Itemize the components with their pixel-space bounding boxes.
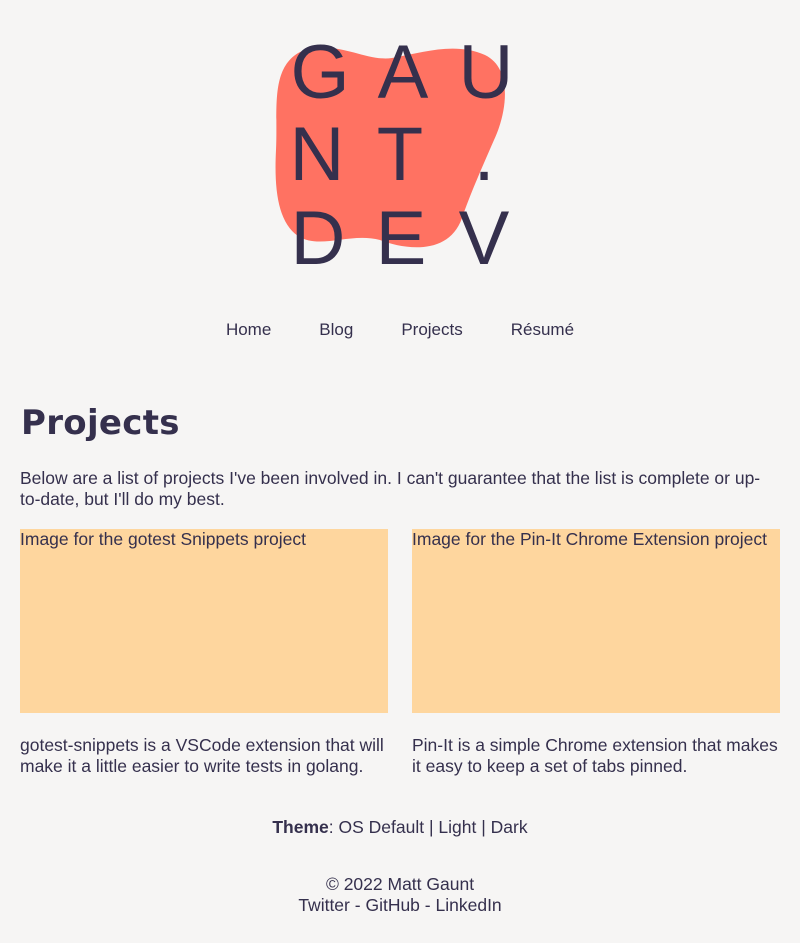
logo-letter: D <box>291 196 346 281</box>
logo-letter: U <box>459 30 514 115</box>
project-image[interactable]: Image for the gotest Snippets project <box>20 529 388 713</box>
page-title-wrap: Projects <box>20 403 181 454</box>
theme-switcher: Theme: OS Default | Light | Dark <box>0 817 800 838</box>
logo-letter: A <box>378 30 429 115</box>
page-title: Projects <box>20 403 181 454</box>
nav-item-home[interactable]: Home <box>226 318 271 342</box>
linkedin-link[interactable]: LinkedIn <box>436 895 502 915</box>
page: G A U N T . D E V Home Blog Projects Rés… <box>0 0 800 943</box>
link-separator: - <box>424 895 431 915</box>
social-links: Twitter - GitHub - LinkedIn <box>0 895 800 916</box>
footer: © 2022 Matt Gaunt Twitter - GitHub - Lin… <box>0 874 800 916</box>
title-underline <box>20 442 181 454</box>
project-card: Image for the gotest Snippets project go… <box>20 529 388 777</box>
theme-option-dark[interactable]: Dark <box>491 817 528 837</box>
logo-graphic: G A U N T . D E V <box>275 30 514 281</box>
main-nav: Home Blog Projects Résumé <box>0 318 800 342</box>
page-title-text: Projects <box>21 403 180 443</box>
logo-letter: . <box>473 112 494 197</box>
theme-divider: | <box>481 817 486 837</box>
logo-letter: T <box>377 112 423 197</box>
twitter-link[interactable]: Twitter <box>298 895 350 915</box>
site-logo[interactable]: G A U N T . D E V <box>0 0 800 290</box>
intro-text: Below are a list of projects I've been i… <box>20 468 761 509</box>
logo-letter: N <box>290 112 345 197</box>
project-card: Image for the Pin-It Chrome Extension pr… <box>412 529 780 777</box>
theme-option-os-default[interactable]: OS Default <box>339 817 425 837</box>
nav-item-blog[interactable]: Blog <box>319 318 353 342</box>
project-image-alt: Image for the Pin-It Chrome Extension pr… <box>412 529 768 549</box>
project-description: Pin-It is a simple Chrome extension that… <box>412 735 778 776</box>
theme-label: Theme <box>272 817 329 837</box>
project-image[interactable]: Image for the Pin-It Chrome Extension pr… <box>412 529 780 713</box>
link-separator: - <box>354 895 361 915</box>
theme-label-colon: : <box>328 817 334 837</box>
project-description: gotest-snippets is a VSCode extension th… <box>20 735 384 776</box>
copyright: © 2022 Matt Gaunt <box>325 874 475 894</box>
logo-letter: G <box>290 30 349 115</box>
theme-divider: | <box>429 817 434 837</box>
nav-item-resume[interactable]: Résumé <box>511 318 574 342</box>
project-image-alt: Image for the gotest Snippets project <box>20 529 306 549</box>
logo-letter: V <box>459 196 510 281</box>
nav-item-projects[interactable]: Projects <box>401 318 462 342</box>
theme-option-light[interactable]: Light <box>438 817 476 837</box>
logo-letter: E <box>376 196 427 281</box>
github-link[interactable]: GitHub <box>365 895 419 915</box>
